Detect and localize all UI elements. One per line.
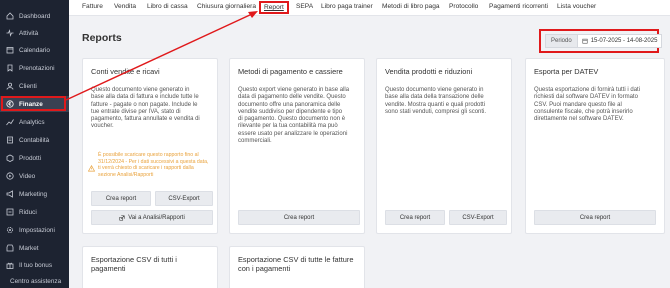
tab-libro-di-cassa[interactable]: Libro di cassa [147, 3, 188, 10]
sidebar-item-calendario[interactable]: Calendario [0, 42, 69, 58]
card-title: Esporta per DATEV [534, 67, 599, 76]
sidebar-item-label: Impostazioni [19, 226, 55, 234]
tab-sepa[interactable]: SEPA [296, 3, 313, 10]
finanze-highlight [1, 96, 66, 111]
csv-export-button[interactable]: CSV-Export [155, 191, 213, 206]
user-icon [6, 82, 14, 90]
card-conti-vendite: Conti vendite e ricavi Questo documento … [82, 58, 218, 234]
box-icon [6, 154, 14, 162]
sidebar-item-attivita[interactable]: Attività [0, 25, 69, 41]
gift-icon [6, 261, 14, 269]
card-export-csv-payments: Esportazione CSV di tutti i pagamenti [82, 246, 218, 288]
chart-icon [6, 118, 14, 126]
card-description: Questo documento viene generato in base a… [91, 87, 200, 130]
sidebar-item-clienti[interactable]: Clienti [0, 78, 69, 94]
card-title: Metodi di pagamento e cassiere [238, 67, 343, 76]
tab-libro-paga-trainer[interactable]: Libro paga trainer [321, 3, 373, 10]
sidebar-item-riduci[interactable]: Riduci [0, 204, 69, 220]
sidebar-item-dashboard[interactable]: Dashboard [0, 8, 69, 24]
page-title: Reports [82, 32, 122, 44]
card-vendita-prodotti: Vendita prodotti e riduzioni Questo docu… [376, 58, 512, 234]
sidebar-item-marketing[interactable]: Marketing [0, 186, 69, 202]
sidebar-item-label: Analytics [19, 118, 45, 126]
card-description: Questa esportazione di fornirà tutti i d… [534, 87, 641, 123]
calendar-icon [582, 38, 588, 44]
bookmark-icon [6, 64, 14, 72]
sidebar-item-analytics[interactable]: Analytics [0, 114, 69, 130]
period-date-range[interactable]: 15-07-2025 - 14-08-2025 [577, 34, 663, 48]
megaphone-icon [6, 190, 14, 198]
sidebar: Dashboard Attività Calendario Prenotazio… [0, 0, 69, 288]
create-report-button[interactable]: Crea report [91, 191, 151, 206]
tab-pagamenti-ricorrenti[interactable]: Pagamenti ricorrenti [489, 3, 548, 10]
card-title: Vendita prodotti e riduzioni [385, 67, 473, 76]
tab-report[interactable]: Report [259, 1, 289, 14]
card-title: Esportazione CSV di tutte le fatture con … [238, 255, 354, 273]
sidebar-item-label: Dashboard [19, 12, 51, 20]
csv-export-button[interactable]: CSV-Export [449, 210, 507, 225]
card-description: Questo export viene generato in base all… [238, 87, 350, 145]
period-filter: Periodo 15-07-2025 - 14-08-2025 [539, 29, 663, 53]
tab-lista-voucher[interactable]: Lista voucher [557, 3, 596, 10]
tab-vendita[interactable]: Vendita [114, 3, 136, 10]
home-icon [6, 12, 14, 20]
tab-fatture[interactable]: Fatture [82, 3, 103, 10]
create-report-button[interactable]: Crea report [385, 210, 445, 225]
card-esporta-datev: Esporta per DATEV Questa esportazione di… [525, 58, 665, 234]
pulse-icon [6, 29, 14, 37]
sidebar-item-label: Calendario [19, 46, 50, 54]
button-label: Vai a Analisi/Rapporti [128, 214, 185, 221]
sidebar-item-label: Prenotazioni [19, 64, 55, 72]
sidebar-item-market[interactable]: Market [0, 240, 69, 256]
card-export-csv-invoices: Esportazione CSV di tutte le fatture con … [229, 246, 365, 288]
sidebar-item-label: Marketing [19, 190, 48, 198]
card-metodi-pagamento: Metodi di pagamento e cassiere Questo ex… [229, 58, 365, 234]
create-report-button[interactable]: Crea report [238, 210, 360, 225]
sidebar-item-bonus[interactable]: Il tuo bonus [0, 257, 69, 273]
gear-icon [6, 226, 14, 234]
sidebar-item-label: Attività [19, 29, 39, 37]
sidebar-item-label: Video [19, 172, 36, 180]
sidebar-item-video[interactable]: Video [0, 168, 69, 184]
ledger-icon [6, 136, 14, 144]
external-link-icon [119, 214, 125, 221]
top-navigation: Fatture Vendita Libro di cassa Chiusura … [69, 0, 670, 16]
help-center-link[interactable]: Centro assistenza [10, 278, 61, 285]
card-title: Conti vendite e ricavi [91, 67, 160, 76]
sidebar-item-label: Prodotti [19, 154, 42, 162]
period-value: 15-07-2025 - 14-08-2025 [590, 38, 658, 44]
card-description: Questo documento viene generato in base a… [385, 87, 487, 115]
play-icon [6, 172, 14, 180]
go-to-analytics-button[interactable]: Vai a Analisi/Rapporti [91, 210, 213, 225]
sidebar-item-label: Contabilità [19, 136, 50, 144]
store-icon [6, 244, 14, 252]
card-title: Esportazione CSV di tutti i pagamenti [91, 255, 177, 273]
warning-icon [88, 165, 95, 172]
period-label: Periodo [545, 34, 578, 48]
tab-protocollo[interactable]: Protocollo [449, 3, 478, 10]
calendar-icon [6, 46, 14, 54]
sidebar-item-label: Il tuo bonus [19, 261, 53, 269]
sidebar-item-label: Clienti [19, 82, 37, 90]
sidebar-item-label: Market [19, 244, 39, 252]
sidebar-item-label: Riduci [19, 208, 37, 216]
warning-message: È possibile scaricare questo rapporto fi… [98, 152, 209, 178]
sidebar-item-impostazioni[interactable]: Impostazioni [0, 222, 69, 238]
sidebar-item-contabilita[interactable]: Contabilità [0, 132, 69, 148]
sidebar-item-prodotti[interactable]: Prodotti [0, 150, 69, 166]
reduce-icon [6, 208, 14, 216]
tab-metodi-di-libro-paga[interactable]: Metodi di libro paga [382, 3, 440, 10]
tab-chiusura-giornaliera[interactable]: Chiusura giornaliera [197, 3, 256, 10]
sidebar-item-prenotazioni[interactable]: Prenotazioni [0, 60, 69, 76]
create-report-button[interactable]: Crea report [534, 210, 656, 225]
